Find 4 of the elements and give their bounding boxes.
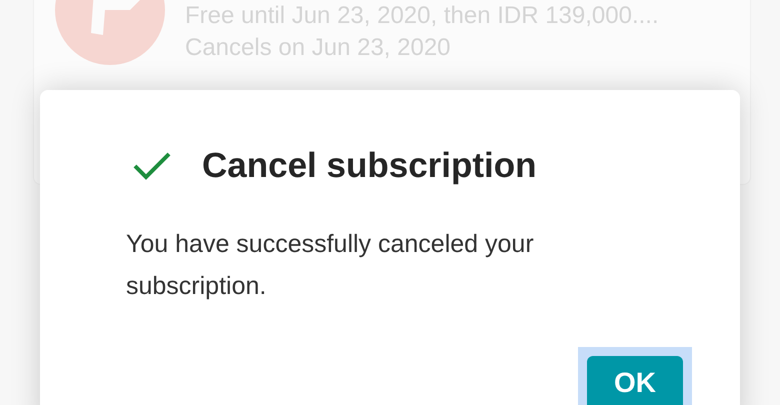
check-icon (132, 151, 172, 182)
ok-button[interactable]: OK (587, 356, 683, 405)
dialog-title: Cancel subscription (202, 145, 537, 187)
dialog-message: You have successfully canceled your subscription. (126, 228, 535, 302)
